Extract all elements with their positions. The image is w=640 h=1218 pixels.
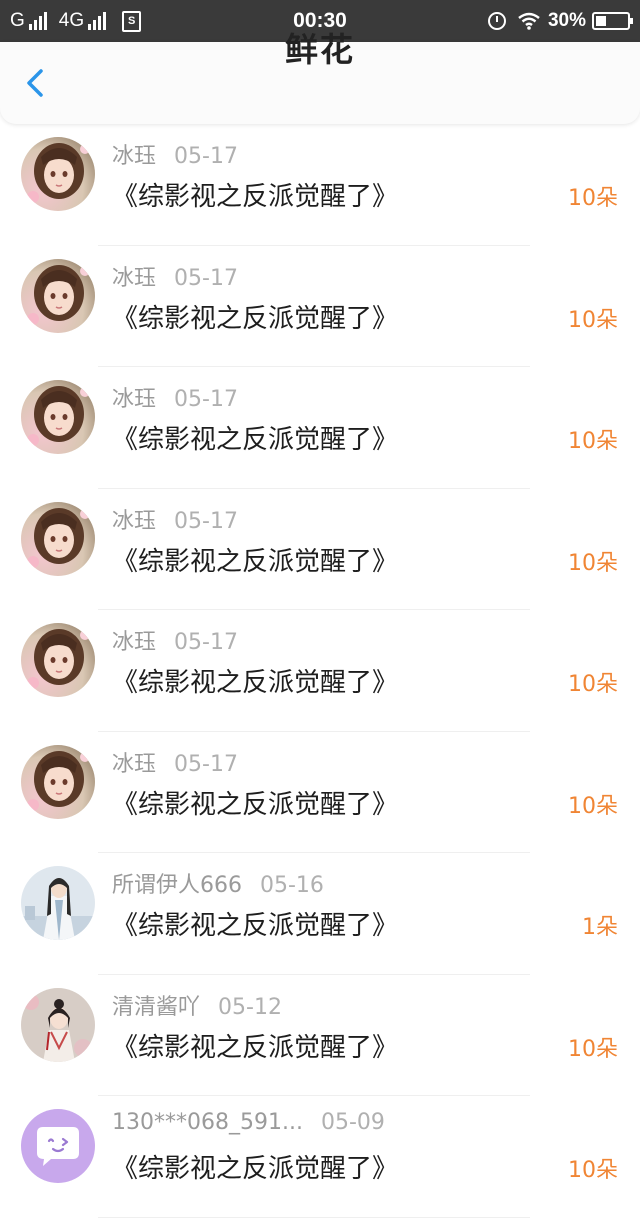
chat-bubble-avatar [21, 1109, 95, 1183]
user-name[interactable]: 冰珏 [112, 387, 156, 412]
item-date: 05-17 [174, 508, 238, 534]
item-date: 05-17 [174, 387, 238, 412]
flower-count: 10朵 [568, 1158, 618, 1183]
list-item[interactable]: 130***068_591... 05-09 《综影视之反派觉醒了》 10朵 [0, 1096, 640, 1218]
item-meta: 冰珏 05-17 [112, 381, 238, 413]
item-date: 05-17 [174, 144, 238, 169]
item-meta: 冰珏 05-17 [112, 624, 238, 656]
avatar[interactable] [21, 501, 95, 576]
user-name[interactable]: 所谓伊人666 [112, 873, 242, 898]
page-title: 鲜花 [285, 30, 355, 69]
item-meta: 冰珏 05-17 [112, 260, 238, 292]
avatar[interactable] [21, 1109, 95, 1183]
item-meta: 冰珏 05-17 [112, 746, 238, 778]
man-avatar [21, 866, 95, 940]
item-date: 05-09 [320, 1110, 385, 1135]
girl-avatar [21, 258, 95, 333]
book-title[interactable]: 《综影视之反派觉醒了》 [112, 1027, 398, 1064]
item-meta: 清清酱吖 05-12 [112, 989, 282, 1021]
avatar[interactable] [21, 866, 95, 940]
item-meta: 冰珏 05-17 [112, 503, 238, 535]
list-item[interactable]: 冰珏 05-17 《综影视之反派觉醒了》 10朵 [0, 489, 640, 610]
book-title[interactable]: 《综影视之反派觉醒了》 [112, 541, 398, 578]
user-name[interactable]: 130***068_591... [112, 1110, 303, 1135]
girl-avatar [21, 501, 95, 576]
girl-avatar [21, 623, 95, 697]
user-name[interactable]: 冰珏 [112, 266, 156, 291]
girl-avatar [21, 744, 95, 819]
item-date: 05-17 [174, 751, 238, 777]
list-item[interactable]: 冰珏 05-17 《综影视之反派觉醒了》 10朵 [0, 610, 640, 732]
item-date: 05-12 [218, 994, 282, 1020]
avatar[interactable] [21, 987, 95, 1062]
book-title[interactable]: 《综影视之反派觉醒了》 [112, 298, 398, 335]
avatar[interactable] [21, 744, 95, 819]
flower-count: 10朵 [568, 672, 618, 697]
flower-count: 10朵 [568, 307, 618, 333]
list-item[interactable]: 清清酱吖 05-12 《综影视之反派觉醒了》 10朵 [0, 975, 640, 1096]
divider [98, 1216, 530, 1218]
list-item[interactable]: 冰珏 05-17 《综影视之反派觉醒了》 10朵 [0, 367, 640, 489]
flower-count: 10朵 [568, 550, 618, 576]
item-meta: 130***068_591... 05-09 [112, 1110, 385, 1135]
book-title[interactable]: 《综影视之反派觉醒了》 [112, 662, 398, 699]
book-title[interactable]: 《综影视之反派觉醒了》 [112, 784, 398, 821]
book-title[interactable]: 《综影视之反派觉醒了》 [112, 419, 398, 456]
avatar[interactable] [21, 258, 95, 333]
flower-count: 10朵 [568, 186, 618, 211]
flower-count: 10朵 [568, 1036, 618, 1062]
book-title[interactable]: 《综影视之反派觉醒了》 [112, 1148, 398, 1185]
item-date: 05-17 [174, 630, 238, 655]
avatar[interactable] [21, 380, 95, 454]
flower-count: 10朵 [568, 793, 618, 819]
list-item[interactable]: 冰珏 05-17 《综影视之反派觉醒了》 10朵 [0, 732, 640, 853]
user-name[interactable]: 冰珏 [112, 630, 156, 655]
item-meta: 所谓伊人666 05-16 [112, 867, 324, 899]
flower-list: 冰珏 05-17 《综影视之反派觉醒了》 10朵 冰珏 05-17 《综影视之反派觉… [0, 124, 640, 1218]
flower-count: 10朵 [568, 429, 618, 454]
girl-avatar [21, 380, 95, 454]
book-title[interactable]: 《综影视之反派觉醒了》 [112, 905, 398, 942]
user-name[interactable]: 冰珏 [112, 752, 156, 777]
avatar[interactable] [21, 137, 95, 211]
book-title[interactable]: 《综影视之反派觉醒了》 [112, 176, 398, 213]
flower-count: 1朵 [582, 915, 618, 940]
item-date: 05-17 [174, 265, 238, 291]
hanfu-avatar [21, 987, 95, 1062]
girl-avatar [21, 137, 95, 211]
user-name[interactable]: 冰珏 [112, 144, 156, 169]
item-meta: 冰珏 05-17 [112, 138, 238, 170]
list-item[interactable]: 所谓伊人666 05-16 《综影视之反派觉醒了》 1朵 [0, 853, 640, 975]
list-item[interactable]: 冰珏 05-17 《综影视之反派觉醒了》 10朵 [0, 124, 640, 246]
user-name[interactable]: 冰珏 [112, 509, 156, 534]
avatar[interactable] [21, 623, 95, 697]
list-item[interactable]: 冰珏 05-17 《综影视之反派觉醒了》 10朵 [0, 246, 640, 367]
item-date: 05-16 [260, 873, 324, 898]
user-name[interactable]: 清清酱吖 [112, 995, 200, 1020]
